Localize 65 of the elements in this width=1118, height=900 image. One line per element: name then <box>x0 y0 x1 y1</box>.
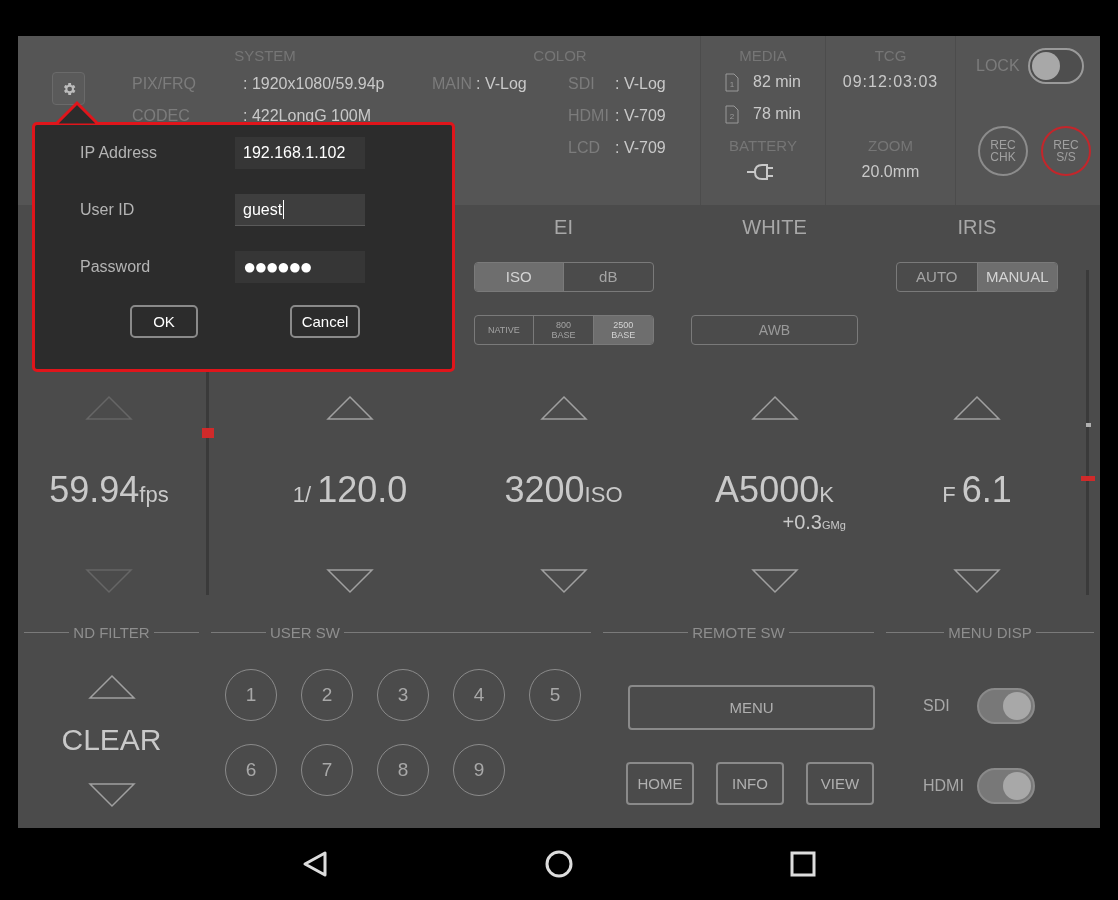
output-switch[interactable] <box>977 688 1035 724</box>
slider-thumb[interactable] <box>1081 476 1095 481</box>
down-arrow-button[interactable] <box>539 568 588 594</box>
remote-button[interactable]: INFO <box>716 762 784 805</box>
setting-value: : 422LongG 100M <box>243 106 373 126</box>
base-option[interactable]: 800 BASE <box>533 316 593 344</box>
base-option[interactable]: NATIVE <box>474 316 534 344</box>
settings-button[interactable] <box>52 72 85 105</box>
value-readout: 59.94fps <box>49 470 169 512</box>
section-title: MENU DISP <box>948 623 1032 641</box>
lock-switch[interactable] <box>1027 48 1084 84</box>
up-arrow-button[interactable] <box>87 674 136 700</box>
section-title: REMOTE SW <box>692 623 785 641</box>
setting-value: : V-709 <box>615 106 666 126</box>
nd-filter-value: CLEAR <box>61 722 162 758</box>
down-arrow-button[interactable] <box>87 782 136 808</box>
mode-option[interactable]: ISO <box>474 263 563 291</box>
input-field[interactable]: ●●●●●● <box>235 251 365 283</box>
column-title: WHITE <box>742 216 807 238</box>
timecode-value: 09:12:03:03 <box>841 72 940 92</box>
section-title: ND FILTER <box>73 623 150 641</box>
mode-option[interactable]: MANUAL <box>976 263 1057 291</box>
dialog-button[interactable]: OK <box>130 305 198 338</box>
up-arrow-button[interactable] <box>750 395 799 421</box>
value-readout: F 6.1 <box>942 470 1012 512</box>
setting-value: : V-709 <box>615 138 666 158</box>
zoom-value: 20.0mm <box>860 162 921 182</box>
slider-tick <box>1086 423 1091 427</box>
column-title: EI <box>554 216 573 238</box>
field-label: User ID <box>80 201 136 219</box>
base-option[interactable]: 2500 BASE <box>592 316 653 344</box>
setting-value: : 1920x1080/59.94p <box>243 74 386 94</box>
menu-button[interactable]: MENU <box>628 685 875 730</box>
input-field[interactable]: 192.168.1.102 <box>235 137 365 169</box>
up-arrow-button[interactable] <box>326 395 374 421</box>
up-arrow-button[interactable] <box>953 395 1001 421</box>
down-arrow-button[interactable] <box>953 568 1001 594</box>
down-arrow-button[interactable] <box>750 568 799 594</box>
output-label: HDMI <box>923 777 964 795</box>
remaining-time: 78 min <box>753 104 801 124</box>
field-label: IP Address <box>80 144 159 162</box>
tint-readout: +0.3GMg <box>782 511 846 534</box>
remote-button[interactable]: VIEW <box>806 762 874 805</box>
dialog-button[interactable]: Cancel <box>290 305 360 338</box>
output-switch[interactable] <box>977 768 1035 804</box>
mode-option[interactable]: dB <box>563 263 653 291</box>
remaining-time: 82 min <box>753 72 801 92</box>
record-button[interactable]: REC CHK <box>978 126 1028 176</box>
record-button[interactable]: REC S/S <box>1041 126 1091 176</box>
value-readout: 3200ISO <box>504 470 623 512</box>
down-arrow-button[interactable] <box>326 568 374 594</box>
mode-option[interactable]: AUTO <box>897 263 977 291</box>
column-title: IRIS <box>957 216 997 238</box>
remote-button[interactable]: HOME <box>626 762 694 805</box>
setting-value: : V-Log <box>476 74 527 94</box>
field-label: Password <box>80 258 152 276</box>
value-readout: 1/ 120.0 <box>292 470 408 512</box>
output-label: SDI <box>923 697 950 715</box>
slider-thumb[interactable] <box>201 428 214 438</box>
up-arrow-button[interactable] <box>539 395 588 421</box>
input-field[interactable]: guest <box>235 194 365 226</box>
section-title: USER SW <box>269 623 340 641</box>
setting-value: : V-Log <box>615 74 666 94</box>
value-readout: A5000K <box>715 470 834 512</box>
balance-button[interactable]: AWB <box>691 315 858 345</box>
